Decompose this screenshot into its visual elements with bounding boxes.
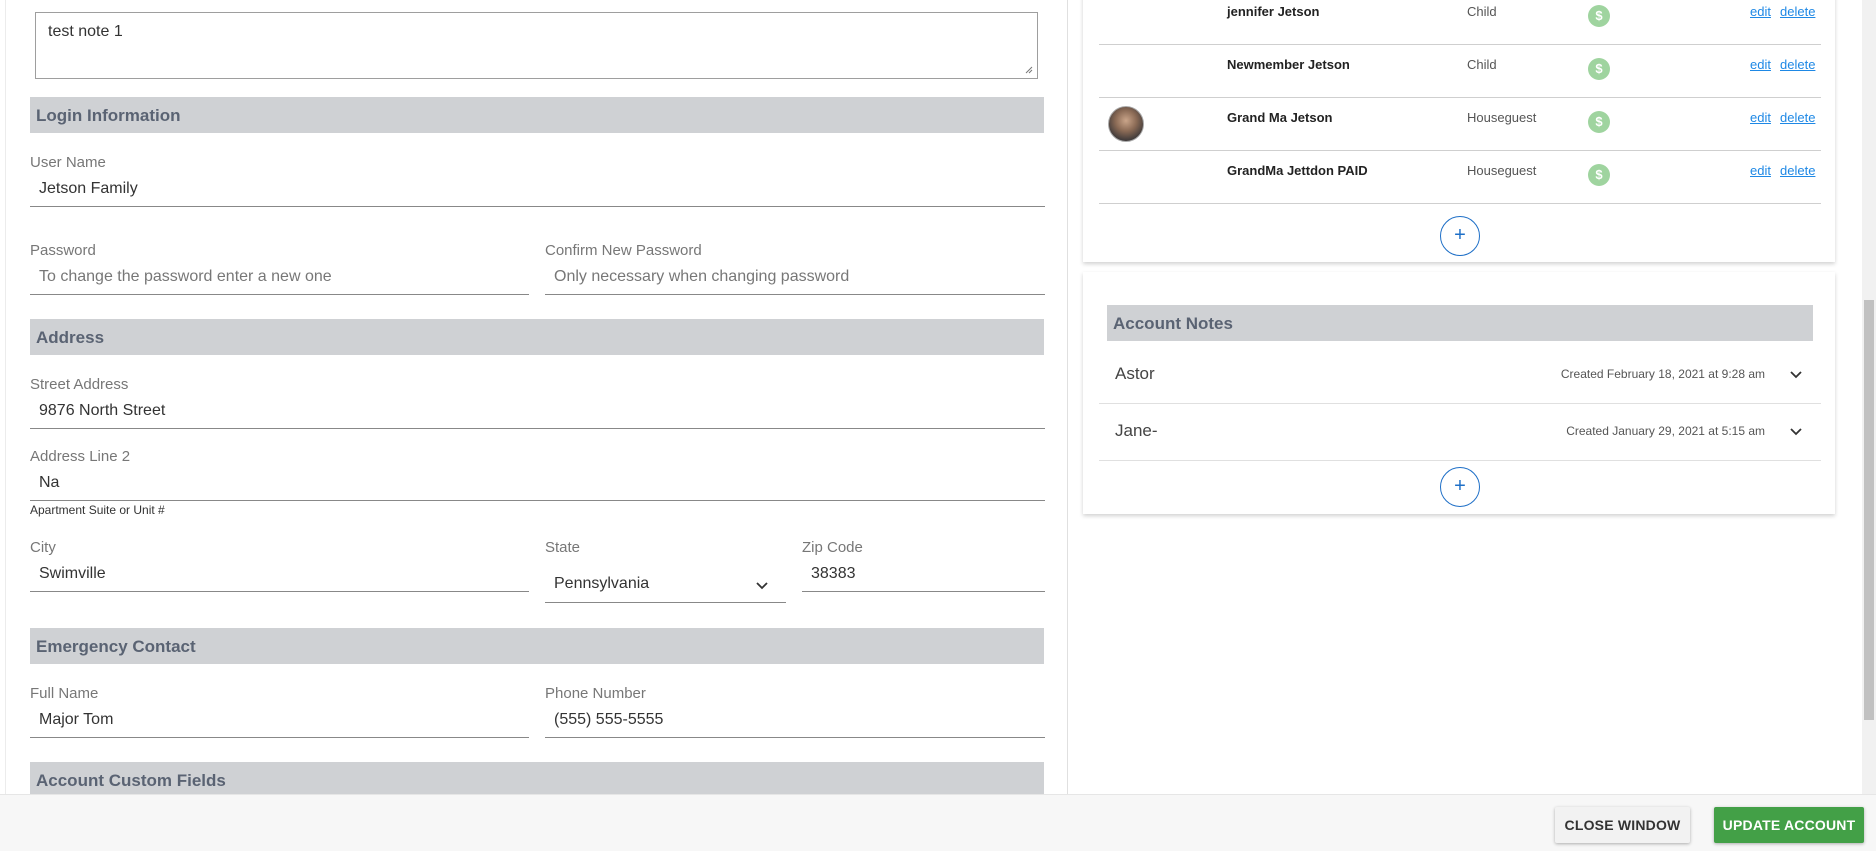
zip-code-field[interactable]: Zip Code 38383 — [802, 539, 1045, 592]
add-note-button[interactable]: + — [1440, 467, 1480, 507]
member-row: Newmember Jetson Child $ edit delete — [1099, 45, 1821, 98]
members-panel: jennifer Jetson Child $ edit delete Newm… — [1083, 0, 1835, 262]
resize-handle-icon[interactable] — [1023, 64, 1033, 74]
note-title: Astor — [1115, 364, 1155, 383]
password-placeholder: To change the password enter a new one — [39, 268, 332, 285]
payment-dollar-icon[interactable]: $ — [1588, 5, 1610, 27]
notes-textarea-value: test note 1 — [48, 23, 123, 40]
member-delete-link[interactable]: delete — [1780, 163, 1815, 178]
note-created-date: Created February 18, 2021 at 9:28 am — [1560, 367, 1765, 381]
vertical-scrollbar[interactable] — [1862, 0, 1876, 794]
state-value: Pennsylvania — [554, 575, 650, 592]
confirm-password-field[interactable]: Confirm New Password Only necessary when… — [545, 242, 1045, 295]
confirm-password-placeholder: Only necessary when changing password — [554, 268, 850, 285]
note-created-date: Created January 29, 2021 at 5:15 am — [1566, 424, 1765, 438]
address-line2-label: Address Line 2 — [30, 448, 131, 465]
state-label: State — [545, 539, 581, 556]
city-value: Swimville — [39, 565, 106, 582]
update-account-button[interactable]: UPDATE ACCOUNT — [1714, 807, 1864, 843]
username-value: Jetson Family — [39, 180, 138, 197]
city-label: City — [30, 539, 56, 556]
avatar — [1108, 106, 1144, 142]
payment-dollar-icon[interactable]: $ — [1588, 111, 1610, 133]
member-name: GrandMa Jettdon PAID — [1227, 163, 1368, 178]
address-line2-value: Na — [39, 474, 60, 491]
address-section-header: Address — [30, 319, 1044, 355]
login-section-header: Login Information — [30, 97, 1044, 133]
address-line2-field[interactable]: Address Line 2 Na — [30, 448, 1045, 501]
member-edit-link[interactable]: edit — [1750, 4, 1771, 19]
notes-textarea[interactable]: test note 1 — [35, 12, 1038, 79]
emergency-section-header: Emergency Contact — [30, 628, 1044, 664]
account-notes-header: Account Notes — [1107, 305, 1813, 341]
zip-code-value: 38383 — [811, 565, 856, 582]
username-label: User Name — [30, 154, 106, 171]
street-address-value: 9876 North Street — [39, 402, 166, 419]
emergency-name-value: Major Tom — [39, 711, 114, 728]
add-member-button[interactable]: + — [1440, 216, 1480, 256]
member-name: jennifer Jetson — [1227, 4, 1320, 19]
member-delete-link[interactable]: delete — [1780, 4, 1815, 19]
street-address-field[interactable]: Street Address 9876 North Street — [30, 376, 1045, 429]
password-label: Password — [30, 242, 96, 259]
member-role: Child — [1467, 4, 1497, 19]
confirm-password-label: Confirm New Password — [545, 242, 702, 259]
emergency-name-label: Full Name — [30, 685, 99, 702]
zip-code-label: Zip Code — [802, 539, 863, 556]
password-field[interactable]: Password To change the password enter a … — [30, 242, 529, 295]
left-edge-divider — [0, 0, 6, 794]
close-window-button[interactable]: CLOSE WINDOW — [1555, 807, 1690, 843]
note-row[interactable]: Jane- Created January 29, 2021 at 5:15 a… — [1099, 404, 1821, 461]
member-edit-link[interactable]: edit — [1750, 110, 1771, 125]
address-line2-hint: Apartment Suite or Unit # — [30, 503, 165, 517]
account-notes-panel: Account Notes Astor Created February 18,… — [1083, 272, 1835, 514]
member-row: jennifer Jetson Child $ edit delete — [1099, 0, 1821, 45]
chevron-down-icon[interactable] — [1789, 427, 1803, 437]
note-title: Jane- — [1115, 421, 1158, 440]
member-role: Child — [1467, 57, 1497, 72]
member-name: Newmember Jetson — [1227, 57, 1350, 72]
member-edit-link[interactable]: edit — [1750, 163, 1771, 178]
member-name: Grand Ma Jetson — [1227, 110, 1333, 125]
account-form: test note 1 Login Information User Name … — [0, 0, 1068, 794]
state-select[interactable]: State Pennsylvania — [545, 539, 786, 603]
member-row: Grand Ma Jetson Houseguest $ edit delete — [1099, 98, 1821, 151]
member-role: Houseguest — [1467, 110, 1537, 125]
username-field[interactable]: User Name Jetson Family — [30, 154, 1045, 207]
member-role: Houseguest — [1467, 163, 1537, 178]
emergency-name-field[interactable]: Full Name Major Tom — [30, 685, 529, 738]
footer-bar: CLOSE WINDOW UPDATE ACCOUNT — [0, 794, 1876, 851]
emergency-phone-value: (555) 555-5555 — [554, 711, 664, 728]
member-delete-link[interactable]: delete — [1780, 57, 1815, 72]
custom-fields-section-header: Account Custom Fields — [30, 762, 1044, 794]
scrollbar-thumb[interactable] — [1864, 300, 1874, 720]
chevron-down-icon[interactable] — [1789, 370, 1803, 380]
street-address-label: Street Address — [30, 376, 129, 393]
chevron-down-icon — [756, 582, 768, 590]
member-edit-link[interactable]: edit — [1750, 57, 1771, 72]
emergency-phone-field[interactable]: Phone Number (555) 555-5555 — [545, 685, 1045, 738]
payment-dollar-icon[interactable]: $ — [1588, 164, 1610, 186]
member-delete-link[interactable]: delete — [1780, 110, 1815, 125]
city-field[interactable]: City Swimville — [30, 539, 529, 592]
emergency-phone-label: Phone Number — [545, 685, 646, 702]
payment-dollar-icon[interactable]: $ — [1588, 58, 1610, 80]
account-edit-page: test note 1 Login Information User Name … — [0, 0, 1876, 851]
note-row[interactable]: Astor Created February 18, 2021 at 9:28 … — [1099, 347, 1821, 404]
member-row: GrandMa Jettdon PAID Houseguest $ edit d… — [1099, 151, 1821, 204]
